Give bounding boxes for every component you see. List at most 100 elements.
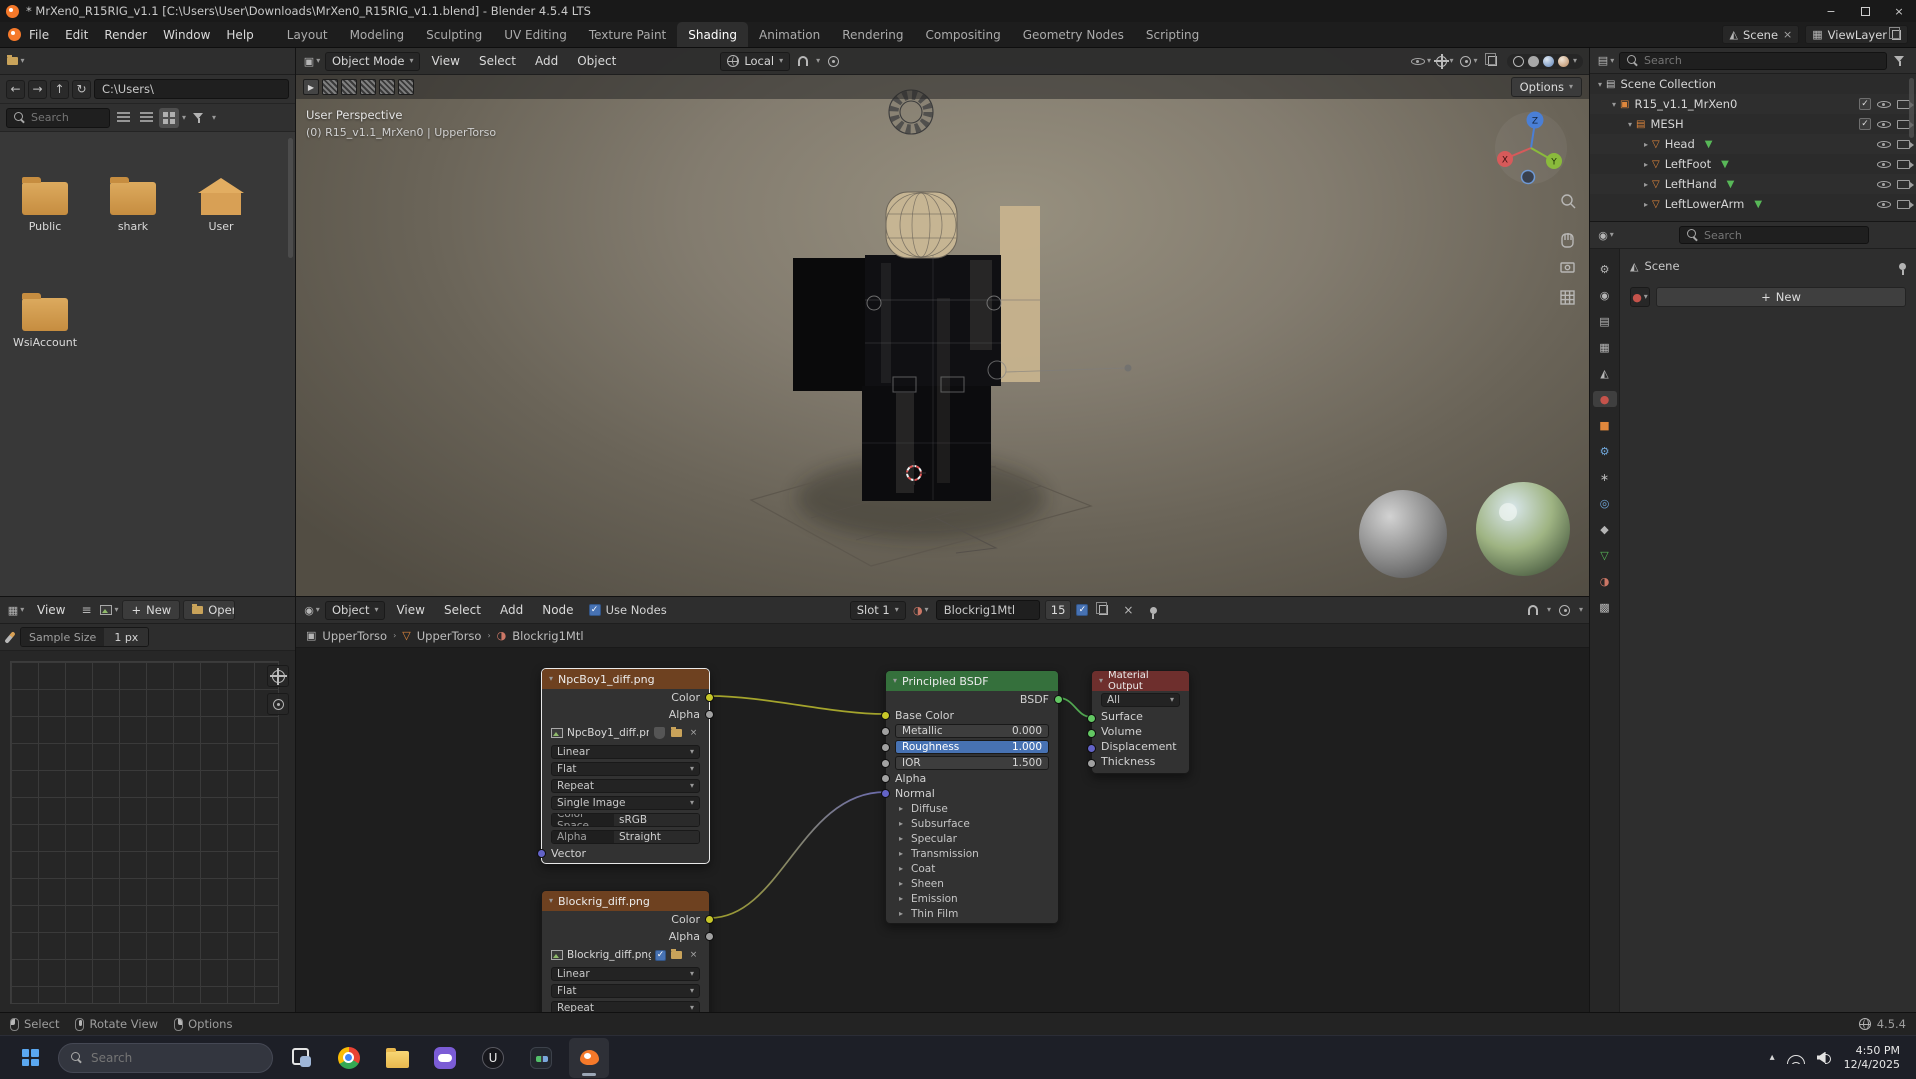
fake-user-shield-icon[interactable]	[653, 727, 666, 740]
xray-toggle-button[interactable]	[1483, 51, 1503, 71]
workspace-tab-animation[interactable]: Animation	[748, 22, 831, 47]
brush-pattern-button-4[interactable]	[379, 79, 395, 95]
scene-selector[interactable]: ◭ Scene ×	[1722, 25, 1799, 44]
properties-tab-physics-icon[interactable]: ◎	[1593, 495, 1617, 511]
tool-fallback-button[interactable]: ▶	[303, 79, 319, 95]
properties-tab-texture-icon[interactable]: ▩	[1593, 599, 1617, 615]
workspace-tab-rendering[interactable]: Rendering	[831, 22, 914, 47]
outliner-row-mesh-collection[interactable]: ▾ ▤ MESH ✓	[1590, 114, 1916, 134]
disclosure-triangle-icon[interactable]: ▾	[1608, 100, 1620, 109]
pin-node-tree-button[interactable]	[1143, 600, 1163, 620]
mode-select[interactable]: Object Mode ▾	[325, 52, 420, 71]
image-editor-canvas[interactable]	[0, 651, 295, 1012]
file-search-input[interactable]	[31, 111, 97, 124]
section-sheen[interactable]: ▸Sheen	[886, 876, 1058, 891]
color-output-socket[interactable]	[705, 915, 714, 924]
overlays-toggle-button[interactable]: ▾	[1459, 51, 1479, 71]
taskbar-search-box[interactable]	[58, 1043, 273, 1073]
hide-viewport-eye-icon[interactable]	[1877, 118, 1891, 131]
properties-tab-tool-icon[interactable]: ⚙	[1593, 261, 1617, 277]
base-color-input-socket[interactable]	[881, 711, 890, 720]
section-subsurface[interactable]: ▸Subsurface	[886, 816, 1058, 831]
collapse-node-icon[interactable]: ▾	[549, 675, 553, 683]
minimize-button[interactable]: −	[1814, 0, 1848, 22]
workspace-tab-uv-editing[interactable]: UV Editing	[493, 22, 578, 47]
snap-node-button[interactable]	[1523, 600, 1543, 620]
folder-item-public[interactable]: Public	[3, 174, 87, 233]
surface-input-socket[interactable]	[1087, 714, 1096, 723]
properties-tab-modifiers-icon[interactable]: ⚙	[1593, 443, 1617, 459]
chat-app-button[interactable]	[425, 1038, 465, 1078]
app-u-button[interactable]: U	[473, 1038, 513, 1078]
section-thin-film[interactable]: ▸Thin Film	[886, 906, 1058, 921]
material-users-count-button[interactable]: 15	[1045, 600, 1072, 620]
outliner-filter-button[interactable]	[1890, 51, 1910, 71]
unlink-scene-icon[interactable]: ×	[1783, 29, 1792, 40]
file-browser-scrollbar[interactable]	[288, 138, 293, 258]
hide-viewport-eye-icon[interactable]	[1877, 198, 1891, 211]
snap-options-chevron-icon[interactable]: ▾	[1547, 606, 1551, 614]
disclosure-triangle-icon[interactable]: ▸	[1640, 200, 1652, 209]
proportional-editing-button[interactable]	[823, 51, 843, 71]
roughness-input-socket[interactable]	[881, 743, 890, 752]
gizmo-negative-z-axis[interactable]	[1522, 171, 1535, 184]
hide-viewport-eye-icon[interactable]	[1877, 98, 1891, 111]
collapse-node-icon[interactable]: ▾	[549, 897, 553, 905]
node-header[interactable]: ▾ Material Output	[1092, 671, 1189, 691]
snap-options-chevron-icon[interactable]: ▾	[816, 57, 820, 65]
image-texture-node-blockrig[interactable]: ▾ Blockrig_diff.png Color Alpha Blockrig…	[541, 890, 710, 1012]
editor-type-button[interactable]: ◉ ▾	[302, 600, 322, 620]
breadcrumb-mesh[interactable]: UpperTorso	[417, 629, 482, 643]
filter-button[interactable]	[189, 108, 209, 128]
disclosure-triangle-icon[interactable]: ▾	[1594, 80, 1606, 89]
object-visibility-button[interactable]: ▾	[1411, 51, 1431, 71]
disclosure-triangle-icon[interactable]: ▾	[1624, 120, 1636, 129]
target-select[interactable]: All▾	[1101, 693, 1180, 707]
shading-wireframe-icon[interactable]	[1513, 56, 1524, 67]
workspace-tab-shading[interactable]: Shading	[677, 22, 748, 47]
outliner-row-head[interactable]: ▸ ▽ Head ▼	[1590, 134, 1916, 154]
shader-menu-node[interactable]: Node	[534, 603, 581, 617]
breadcrumb-object[interactable]: UpperTorso	[322, 629, 387, 643]
folder-item-wsiaccount[interactable]: WsiAccount	[3, 290, 87, 349]
fake-user-shield-toggle[interactable]: ✓	[1076, 604, 1088, 616]
disable-render-camera-icon[interactable]	[1897, 140, 1910, 149]
viewport-menu-object[interactable]: Object	[569, 54, 624, 68]
outliner-row-lefthand[interactable]: ▸ ▽ LeftHand ▼	[1590, 174, 1916, 194]
brush-pattern-button-5[interactable]	[398, 79, 414, 95]
options-button[interactable]: Options ▾	[1511, 77, 1582, 97]
link-color-to-normal[interactable]	[710, 792, 885, 918]
alpha-output-socket[interactable]	[705, 932, 714, 941]
display-options-chevron-icon[interactable]: ▾	[182, 114, 186, 122]
principled-bsdf-node[interactable]: ▾ Principled BSDF BSDF Base Color Metall…	[885, 670, 1059, 924]
transform-orientation-select[interactable]: Local ▾	[720, 52, 790, 71]
disable-render-camera-icon[interactable]	[1897, 160, 1910, 169]
material-output-node[interactable]: ▾ Material Output All▾ Surface Volume Di…	[1091, 670, 1190, 774]
hide-viewport-eye-icon[interactable]	[1877, 178, 1891, 191]
disable-render-camera-icon[interactable]	[1897, 200, 1910, 209]
node-header[interactable]: ▾ NpcBoy1_diff.png	[542, 669, 709, 689]
overlay-options-chevron-icon[interactable]: ▾	[1579, 606, 1583, 614]
section-specular[interactable]: ▸Specular	[886, 831, 1058, 846]
thumbnail-display-button[interactable]	[159, 108, 179, 128]
normal-input-socket[interactable]	[881, 789, 890, 798]
properties-tab-scene-icon[interactable]: ◭	[1593, 365, 1617, 381]
new-world-button[interactable]: + New	[1656, 287, 1906, 307]
metallic-slider[interactable]: Metallic 0.000	[895, 724, 1049, 738]
menu-edit[interactable]: Edit	[57, 22, 96, 47]
file-search-box[interactable]	[6, 108, 110, 128]
material-name-field[interactable]: Blockrig1Mtl	[936, 600, 1040, 620]
node-header[interactable]: ▾ Principled BSDF	[886, 671, 1058, 691]
properties-tab-view-layer-icon[interactable]: ▦	[1593, 339, 1617, 355]
up-button[interactable]: ↑	[50, 80, 69, 99]
image-name[interactable]: Blockrig_diff.png	[567, 949, 651, 961]
image-texture-node-npcboy[interactable]: ▾ NpcBoy1_diff.png Color Alpha NpcBoy1_d…	[541, 668, 710, 864]
workspace-tab-texture-paint[interactable]: Texture Paint	[578, 22, 677, 47]
color-output-socket[interactable]	[705, 693, 714, 702]
metallic-input-socket[interactable]	[881, 727, 890, 736]
wifi-icon[interactable]	[1787, 1051, 1805, 1064]
displacement-input-socket[interactable]	[1087, 744, 1096, 753]
workspace-tab-modeling[interactable]: Modeling	[339, 22, 416, 47]
gizmos-toggle-button[interactable]: ▾	[1435, 51, 1455, 71]
outliner-row-leftfoot[interactable]: ▸ ▽ LeftFoot ▼	[1590, 154, 1916, 174]
